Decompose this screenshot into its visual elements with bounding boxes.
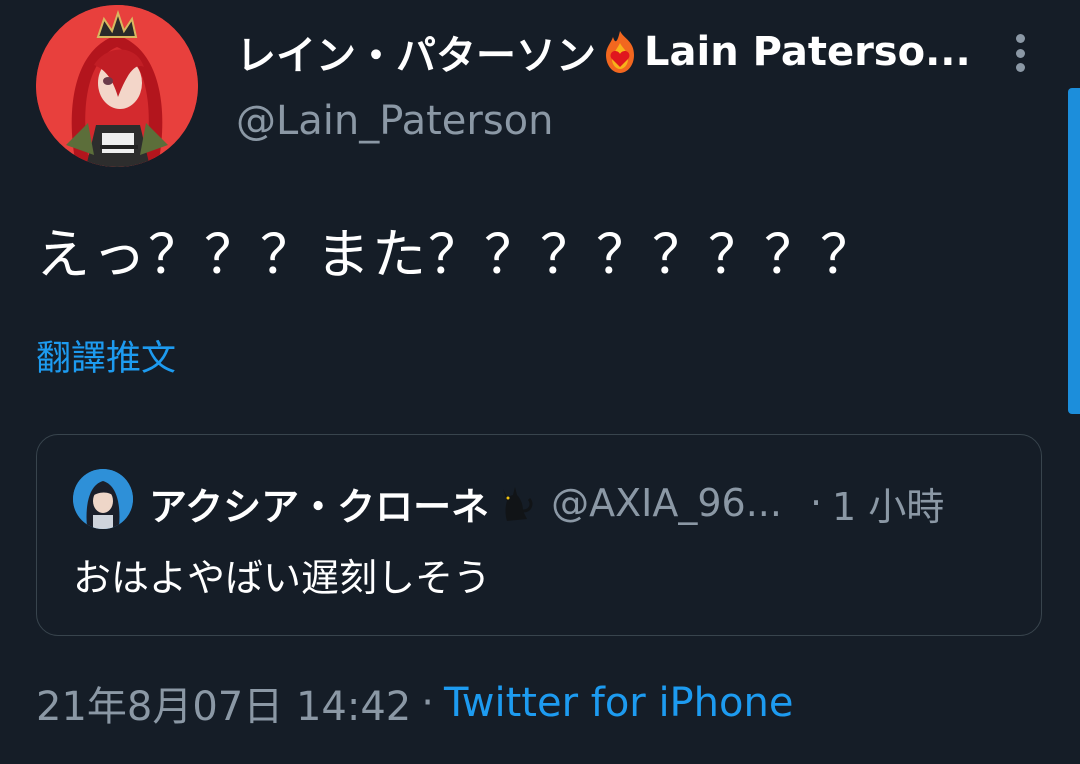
author-avatar[interactable]	[36, 5, 198, 167]
quoted-tweet-header: アクシア・クローネ @AXIA_96... · 1 小時	[149, 475, 1029, 531]
tweet-timestamp: 21年8月07日 14:42	[36, 684, 412, 730]
dot	[1015, 34, 1025, 43]
author-name-jp: レイン・パターソン	[236, 33, 596, 79]
author-display-name[interactable]: レイン・パターソン Lain Paterso...	[236, 20, 976, 84]
quoted-author-handle: @AXIA_96...	[551, 481, 782, 525]
author-handle[interactable]: @Lain_Paterson	[236, 98, 554, 144]
fire-heart-emoji-icon	[598, 29, 642, 75]
translate-tweet-link[interactable]: 翻譯推文	[36, 330, 176, 381]
tweet-text: えっ？？？また？？？？？？？？	[36, 223, 876, 286]
quoted-author-avatar	[73, 469, 133, 529]
dot	[1015, 48, 1025, 58]
quoted-timestamp: 1 小時	[832, 484, 945, 529]
quoted-tweet-text: おはよやばい遅刻しそう	[73, 556, 492, 600]
vertical-dots-icon[interactable]	[1004, 28, 1036, 78]
meta-separator: ·	[421, 680, 434, 726]
quoted-author-name: アクシア・クローネ	[149, 484, 490, 529]
quoted-avatar-illustration	[73, 469, 133, 529]
author-name-en: Lain Paterso...	[644, 29, 971, 75]
dot	[1015, 63, 1025, 72]
quoted-time-separator: ·	[809, 481, 823, 525]
tweet-meta: 21年8月07日 14:42 · Twitter for iPhone	[36, 674, 793, 732]
tweet-detail-screen: レイン・パターソン Lain Paterso... @Lain_Paterson…	[0, 0, 1080, 764]
quoted-tweet-card[interactable]: アクシア・クローネ @AXIA_96... · 1 小時 おはよやばい遅刻しそう	[36, 434, 1042, 636]
black-cat-emoji-icon	[493, 481, 537, 525]
avatar-illustration	[36, 5, 198, 167]
scrollbar[interactable]	[1068, 88, 1080, 414]
tweet-source-link[interactable]: Twitter for iPhone	[444, 680, 794, 726]
